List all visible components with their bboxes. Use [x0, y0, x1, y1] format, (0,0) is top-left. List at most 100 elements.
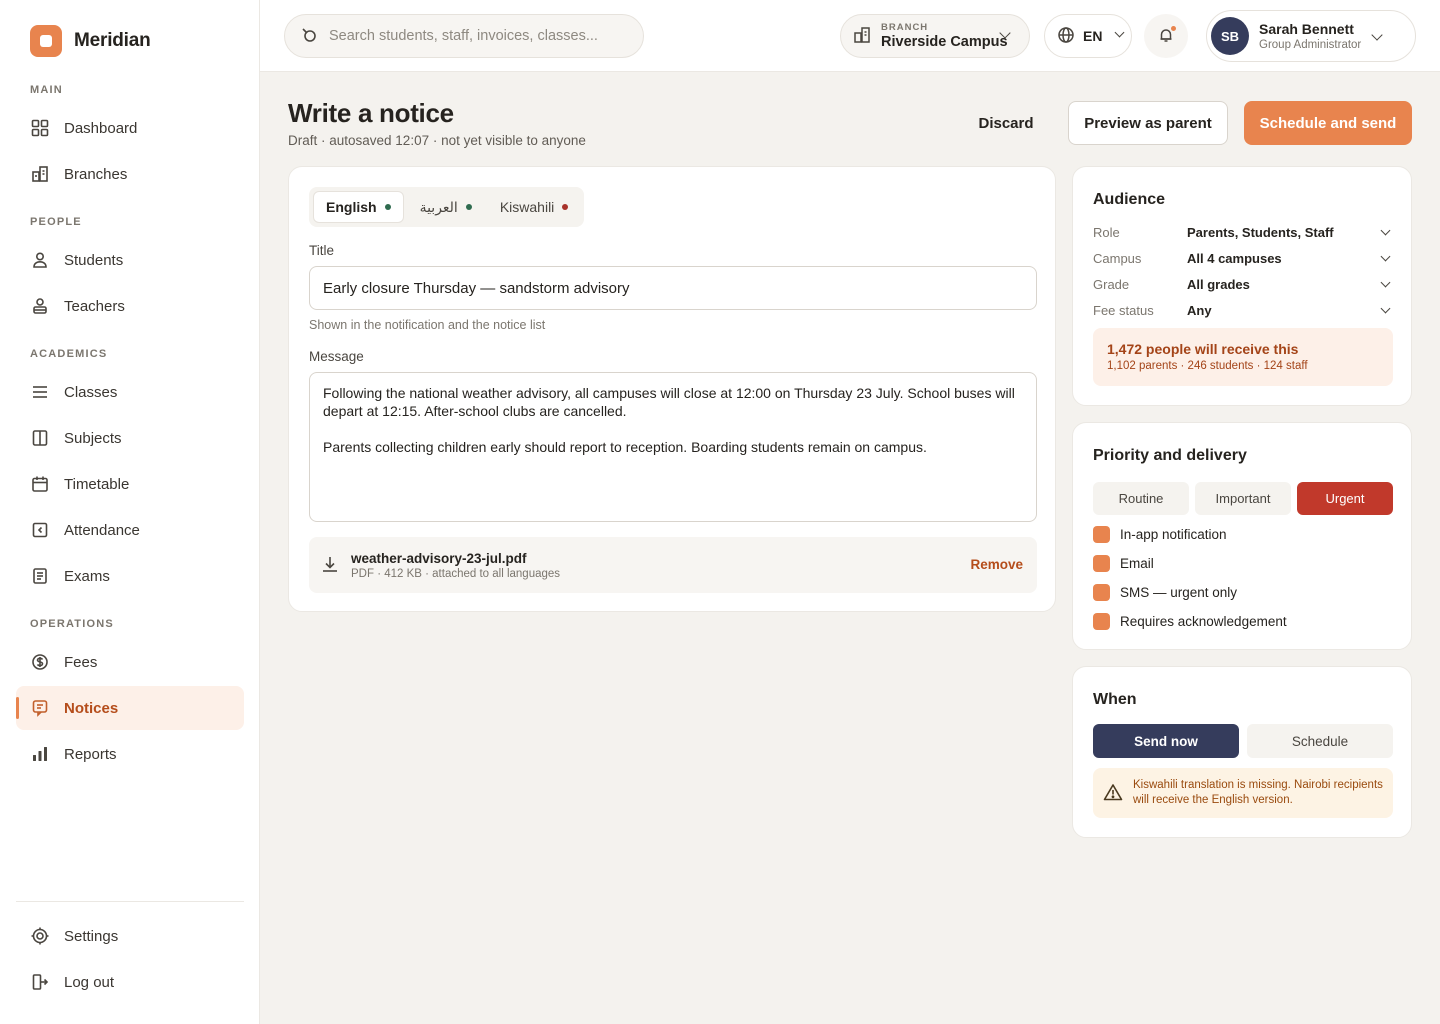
channel-email[interactable]: Email — [1093, 555, 1154, 572]
channel-sms[interactable]: SMS — urgent only — [1093, 584, 1237, 601]
search-icon — [301, 27, 317, 46]
audience-row-role[interactable]: Role Parents, Students, Staff — [1093, 222, 1393, 242]
warning-icon — [1103, 783, 1123, 804]
notifications-button[interactable] — [1144, 14, 1188, 58]
topbar: BRANCH Riverside Campus EN SB Sarah Benn… — [260, 0, 1440, 72]
chevron-down-icon — [1380, 225, 1391, 235]
dashboard-icon — [30, 118, 50, 138]
channel-acknowledgement[interactable]: Requires acknowledgement — [1093, 613, 1287, 630]
tab-label: English — [326, 199, 377, 215]
branch-value: Riverside Campus — [881, 34, 1008, 50]
priority-routine[interactable]: Routine — [1093, 482, 1189, 515]
sidebar-item-dashboard[interactable]: Dashboard — [16, 106, 244, 150]
audience-card: Audience Role Parents, Students, Staff C… — [1072, 166, 1412, 406]
sidebar-item-settings[interactable]: Settings — [16, 914, 244, 958]
search-input[interactable] — [329, 28, 619, 44]
status-dot — [384, 204, 391, 210]
brand-name: Meridian — [74, 30, 151, 51]
when-card: When Send now Schedule Kiswahili transla… — [1072, 666, 1412, 838]
audience-key: Fee status — [1093, 302, 1154, 318]
calendar-icon — [30, 474, 50, 494]
title-hint: Shown in the notification and the notice… — [309, 318, 546, 332]
branch-label: BRANCH — [881, 22, 929, 33]
sidebar-item-timetable[interactable]: Timetable — [16, 462, 244, 506]
sidebar-item-reports[interactable]: Reports — [16, 732, 244, 776]
checkbox[interactable] — [1093, 613, 1110, 630]
priority-important[interactable]: Important — [1195, 482, 1291, 515]
audience-value: Parents, Students, Staff — [1187, 224, 1334, 240]
channel-label: In-app notification — [1120, 527, 1227, 542]
schedule-button[interactable]: Schedule — [1247, 724, 1393, 758]
message-label: Message — [309, 349, 364, 364]
nav-section-academics: ACADEMICS — [30, 348, 108, 360]
audience-row-campus[interactable]: Campus All 4 campuses — [1093, 248, 1393, 268]
user-menu[interactable]: SB Sarah Bennett Group Administrator — [1206, 10, 1416, 62]
user-name: Sarah Bennett — [1259, 21, 1354, 37]
reach-detail: 1,102 parents · 246 students · 124 staff — [1107, 360, 1308, 372]
page-title: Write a notice — [288, 98, 454, 128]
notice-editor: English العربية Kiswahili Title Shown in… — [288, 166, 1056, 612]
sidebar-item-label: Timetable — [64, 475, 130, 493]
message-paragraph: Parents collecting children early should… — [323, 439, 927, 455]
sidebar-item-teachers[interactable]: Teachers — [16, 284, 244, 328]
language-code: EN — [1083, 28, 1103, 44]
chevron-down-icon — [1371, 29, 1383, 41]
checkbox[interactable] — [1093, 526, 1110, 543]
tab-arabic[interactable]: العربية — [408, 191, 484, 223]
discard-button[interactable]: Discard — [966, 102, 1046, 144]
sidebar-item-label: Reports — [64, 745, 117, 763]
currency-icon — [30, 652, 50, 672]
language-selector[interactable]: EN — [1044, 14, 1132, 58]
sidebar-item-label: Attendance — [64, 521, 140, 539]
checkbox[interactable] — [1093, 584, 1110, 601]
checkbox[interactable] — [1093, 555, 1110, 572]
sidebar-item-subjects[interactable]: Subjects — [16, 416, 244, 460]
audience-row-grade[interactable]: Grade All grades — [1093, 274, 1393, 294]
channel-label: SMS — urgent only — [1120, 585, 1238, 600]
priority-heading: Priority and delivery — [1093, 447, 1247, 464]
buildings-icon — [30, 164, 50, 184]
audience-row-fee-status[interactable]: Fee status Any — [1093, 300, 1393, 320]
chevron-down-icon — [1380, 251, 1391, 261]
sidebar-item-label: Fees — [64, 653, 98, 671]
chevron-down-icon — [1380, 303, 1391, 313]
download-icon[interactable] — [321, 555, 339, 576]
sidebar-item-label: Dashboard — [64, 119, 138, 137]
avatar: SB — [1211, 17, 1249, 55]
attachment-meta: PDF · 412 KB · attached to all languages — [351, 567, 561, 580]
sidebar-item-students[interactable]: Students — [16, 238, 244, 282]
sidebar-item-exams[interactable]: Exams — [16, 554, 244, 598]
priority-urgent[interactable]: Urgent — [1297, 482, 1393, 515]
chevron-down-icon — [1380, 277, 1391, 287]
attachment: weather-advisory-23-jul.pdf PDF · 412 KB… — [309, 537, 1037, 593]
sidebar-item-logout[interactable]: Log out — [16, 960, 244, 1004]
priority-selector: Routine Important Urgent — [1093, 482, 1393, 515]
tab-english[interactable]: English — [313, 191, 404, 223]
user-icon — [30, 250, 50, 270]
send-now-button[interactable]: Send now — [1093, 724, 1239, 758]
logout-icon — [30, 972, 50, 992]
title-field[interactable] — [309, 266, 1037, 310]
channel-in-app[interactable]: In-app notification — [1093, 526, 1227, 543]
preview-button[interactable]: Preview as parent — [1068, 101, 1228, 145]
schedule-send-button[interactable]: Schedule and send — [1244, 101, 1412, 145]
sidebar-item-branches[interactable]: Branches — [16, 152, 244, 196]
branch-selector[interactable]: BRANCH Riverside Campus — [840, 14, 1030, 58]
message-field[interactable]: Following the national weather advisory,… — [309, 372, 1037, 522]
sidebar-item-label: Subjects — [64, 429, 122, 447]
remove-attachment-button[interactable]: Remove — [970, 557, 1023, 572]
chevron-down-icon — [1115, 27, 1125, 37]
sidebar-item-classes[interactable]: Classes — [16, 370, 244, 414]
reach-title: 1,472 people will receive this — [1107, 341, 1299, 357]
nav-section-main: MAIN — [30, 84, 63, 96]
tab-kiswahili[interactable]: Kiswahili — [488, 191, 580, 223]
sidebar-item-attendance[interactable]: Attendance — [16, 508, 244, 552]
search-box[interactable] — [284, 14, 644, 58]
audience-value: All 4 campuses — [1187, 250, 1282, 266]
sidebar-item-fees[interactable]: Fees — [16, 640, 244, 684]
audience-heading: Audience — [1093, 191, 1166, 208]
brand[interactable]: Meridian — [30, 25, 151, 57]
sidebar-item-notices[interactable]: Notices — [16, 686, 244, 730]
audience-key: Grade — [1093, 276, 1130, 292]
audience-key: Campus — [1093, 250, 1142, 266]
